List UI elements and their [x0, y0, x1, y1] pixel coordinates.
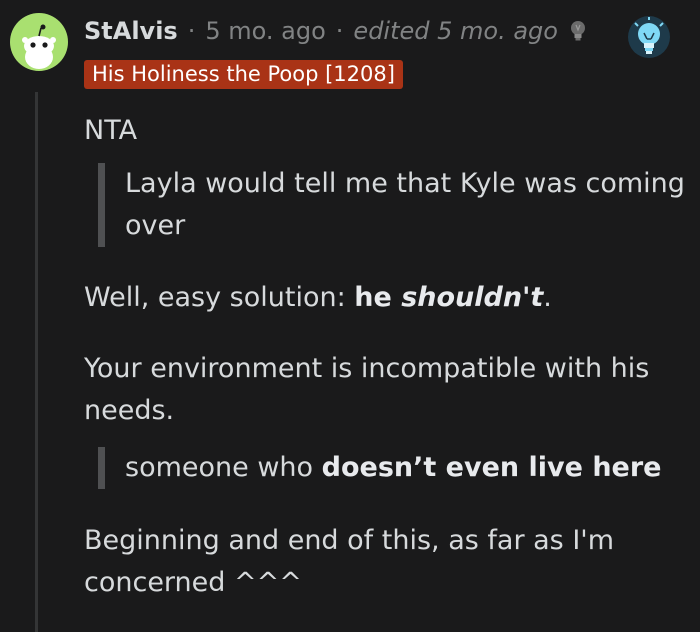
lightbulb-badge-icon[interactable] — [627, 15, 671, 63]
timestamp-link[interactable]: 5 mo. ago — [205, 14, 325, 48]
bold-italic-text: shouldn't — [401, 282, 544, 313]
snoo-avatar-icon — [22, 24, 56, 69]
quote-text: Layla would tell me that Kyle was coming… — [125, 168, 685, 241]
username-link[interactable]: StAlvis — [84, 14, 178, 48]
blockquote: someone who doesn’t even live here — [98, 447, 688, 489]
bold-text: doesn’t even live here — [321, 452, 662, 483]
comment-paragraph: Beginning and end of this, as far as I'm… — [84, 525, 615, 598]
user-avatar[interactable] — [10, 13, 68, 71]
separator: · — [335, 17, 344, 45]
separator: · — [187, 17, 196, 45]
user-flair: His Holiness the Poop [1208] — [84, 60, 403, 89]
comment-paragraph: NTA — [84, 115, 138, 146]
blockquote: Layla would tell me that Kyle was coming… — [98, 163, 688, 247]
paragraph-text: . — [543, 282, 552, 313]
edited-timestamp: edited 5 mo. ago — [353, 17, 558, 45]
comment-header: StAlvis · 5 mo. ago · edited 5 mo. ago — [84, 14, 588, 48]
comment-paragraph: Well, easy solution: he shouldn't. — [84, 277, 684, 319]
comment-paragraph: Your environment is incompatible with hi… — [84, 353, 650, 426]
bold-text: he — [354, 282, 402, 313]
bulb-award-icon[interactable] — [568, 19, 588, 43]
quote-text: someone who — [125, 452, 322, 483]
thread-collapse-line[interactable] — [35, 92, 38, 632]
paragraph-text: Well, easy solution: — [84, 282, 355, 313]
